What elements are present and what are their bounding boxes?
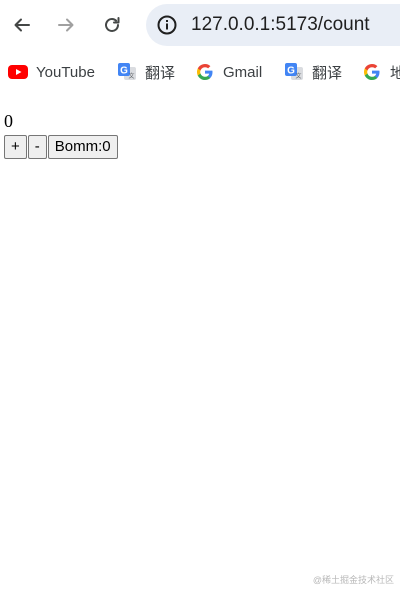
bookmark-map[interactable]: 地 — [362, 60, 400, 84]
count-display: 0 — [4, 111, 13, 131]
svg-text:文: 文 — [128, 72, 134, 80]
bookmarks-bar: YouTube G 文 翻译 Gmail G 文 翻译 地 — [0, 54, 400, 90]
arrow-left-icon — [14, 18, 30, 32]
arrow-right-icon — [58, 18, 74, 32]
bomb-button[interactable]: Bomm:0 — [47, 135, 118, 159]
decrement-button[interactable]: - — [27, 135, 47, 159]
bookmark-label: YouTube — [36, 63, 95, 81]
bookmark-gmail[interactable]: Gmail — [195, 60, 262, 84]
youtube-icon — [8, 62, 28, 82]
reload-icon — [105, 17, 120, 32]
reload-button[interactable] — [96, 9, 128, 41]
google-translate-icon: G 文 — [117, 62, 137, 82]
bookmark-label: 翻译 — [312, 64, 343, 82]
svg-text:G: G — [287, 66, 295, 77]
watermark: @稀土掘金技术社区 — [312, 575, 394, 585]
browser-toolbar: 127.0.0.1:5173/count — [0, 0, 400, 50]
forward-button[interactable] — [50, 9, 82, 41]
back-button[interactable] — [6, 9, 38, 41]
site-info-icon[interactable] — [152, 10, 182, 40]
bookmark-label: Gmail — [223, 63, 263, 81]
bookmark-label: 地 — [390, 64, 400, 82]
google-g-icon — [362, 62, 382, 82]
address-bar[interactable]: 127.0.0.1:5173/count — [146, 4, 400, 46]
counter-controls: + - Bomm:0 — [4, 135, 118, 159]
url-text[interactable]: 127.0.0.1:5173/count — [191, 14, 370, 36]
increment-button[interactable]: + — [4, 135, 27, 159]
bookmark-translate[interactable]: G 文 翻译 — [284, 60, 342, 84]
google-translate-icon: G 文 — [284, 62, 304, 82]
google-g-icon — [195, 62, 215, 82]
svg-text:文: 文 — [295, 72, 301, 80]
svg-text:G: G — [120, 66, 128, 77]
page-content: 0 + - Bomm:0 — [4, 110, 118, 159]
bookmark-label: 翻译 — [145, 64, 176, 82]
bookmark-youtube[interactable]: YouTube — [8, 60, 95, 84]
bookmark-translate[interactable]: G 文 翻译 — [117, 60, 175, 84]
